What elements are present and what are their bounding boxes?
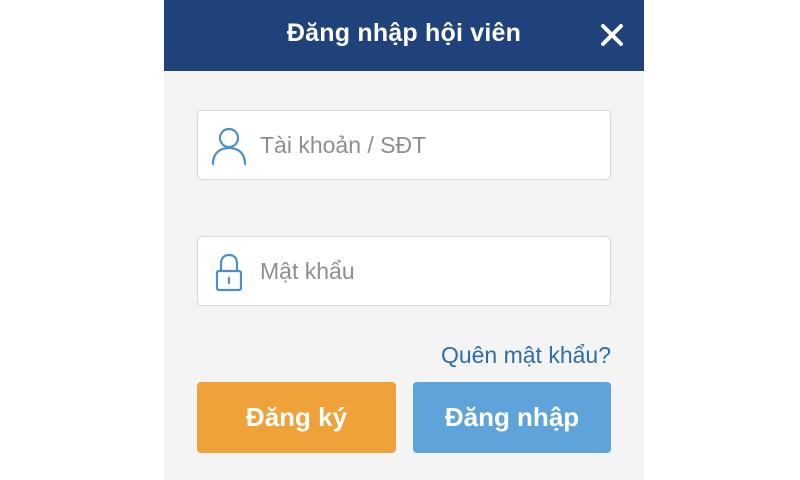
username-input[interactable] bbox=[260, 111, 600, 179]
close-button[interactable] bbox=[594, 17, 630, 53]
lock-icon bbox=[215, 253, 243, 292]
login-dialog: Đăng nhập hội viên Quên mật khẩu? Đăng k… bbox=[164, 0, 644, 480]
username-field[interactable] bbox=[197, 110, 611, 180]
user-icon bbox=[211, 127, 247, 166]
password-field[interactable] bbox=[197, 236, 611, 306]
forgot-password-link[interactable]: Quên mật khẩu? bbox=[441, 342, 611, 369]
close-icon bbox=[601, 24, 623, 46]
password-input[interactable] bbox=[260, 237, 600, 305]
login-button[interactable]: Đăng nhập bbox=[413, 382, 611, 453]
dialog-header: Đăng nhập hội viên bbox=[164, 0, 644, 71]
register-button[interactable]: Đăng ký bbox=[197, 382, 396, 453]
dialog-title: Đăng nhập hội viên bbox=[286, 19, 522, 47]
